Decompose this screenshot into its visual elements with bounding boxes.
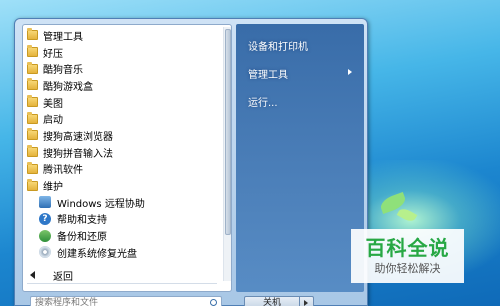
program-label: 帮助和支持 (57, 215, 107, 227)
help-icon: ? (39, 212, 51, 225)
menu-item-label: 设备和打印机 (248, 42, 308, 53)
program-folder-haozip[interactable]: 好压 (23, 44, 221, 61)
folder-icon (27, 61, 38, 74)
program-folder-maintenance[interactable]: 维护 (23, 177, 221, 194)
program-folder-sogou-browser[interactable]: 搜狗高速浏览器 (23, 127, 221, 144)
program-folder-tencent[interactable]: 腾讯软件 (23, 161, 221, 178)
program-folder-startup[interactable]: 启动 (23, 110, 221, 127)
watermark-title: 百科全说 (365, 236, 450, 260)
menu-item-devices-printers[interactable]: 设备和打印机 (248, 38, 308, 53)
program-label: 酷狗音乐 (43, 65, 83, 77)
folder-icon (27, 145, 38, 158)
watermark-logo: 百科全说 助你轻松解决 (351, 229, 464, 283)
back-label: 返回 (53, 271, 73, 283)
program-folder-admin-tools[interactable]: 管理工具 (23, 27, 221, 44)
folder-icon (27, 45, 38, 58)
program-label: 备份和还原 (57, 232, 107, 244)
program-label: 搜狗高速浏览器 (43, 131, 113, 143)
program-label: 创建系统修复光盘 (57, 248, 137, 260)
all-programs-panel: 管理工具 好压 酷狗音乐 酷狗游戏盒 美图 启动 搜狗高速浏览器 搜狗拼音输入法… (22, 24, 232, 292)
menu-item-admin-tools[interactable]: 管理工具 (248, 66, 288, 81)
folder-icon (27, 95, 38, 108)
scrollbar-thumb[interactable] (225, 29, 231, 235)
program-create-repair-disc[interactable]: 创建系统修复光盘 (23, 244, 221, 261)
program-label: 搜狗拼音输入法 (43, 148, 113, 160)
program-label: 酷狗游戏盒 (43, 81, 93, 93)
back-arrow-icon (30, 271, 35, 279)
search-icon[interactable] (210, 299, 217, 306)
folder-icon (27, 128, 38, 141)
program-label: 美图 (43, 98, 63, 110)
program-list-scrollbar[interactable] (223, 27, 231, 281)
menu-item-label: 管理工具 (248, 70, 288, 81)
disc-icon (39, 246, 51, 259)
remote-assistance-icon (39, 196, 51, 209)
program-label: 管理工具 (43, 31, 83, 43)
program-help-and-support[interactable]: ? 帮助和支持 (23, 211, 221, 228)
program-folder-sogou-pinyin[interactable]: 搜狗拼音输入法 (23, 144, 221, 161)
folder-icon (27, 78, 38, 91)
right-panel: 设备和打印机 管理工具 运行... (236, 24, 364, 292)
program-list: 管理工具 好压 酷狗音乐 酷狗游戏盒 美图 启动 搜狗高速浏览器 搜狗拼音输入法… (23, 27, 221, 261)
program-label: 好压 (43, 48, 63, 60)
program-label: 启动 (43, 115, 63, 127)
program-folder-meitu[interactable]: 美图 (23, 94, 221, 111)
program-label: Windows 远程协助 (57, 198, 145, 210)
program-label: 维护 (43, 182, 63, 194)
shutdown-button[interactable]: 关机 (244, 296, 300, 306)
shutdown-options-button[interactable] (300, 296, 314, 306)
program-folder-kugou-music[interactable]: 酷狗音乐 (23, 60, 221, 77)
folder-icon (27, 178, 38, 191)
backup-icon (39, 229, 51, 242)
menu-item-label: 运行... (248, 98, 278, 109)
program-folder-kugou-games[interactable]: 酷狗游戏盒 (23, 77, 221, 94)
watermark-subtitle: 助你轻松解决 (374, 262, 441, 275)
search-placeholder: 搜索程序和文件 (35, 298, 99, 306)
program-label: 腾讯软件 (43, 165, 83, 177)
menu-item-run[interactable]: 运行... (248, 94, 278, 109)
shutdown-label: 关机 (262, 298, 281, 306)
submenu-arrow-icon (348, 69, 352, 75)
folder-icon (27, 111, 38, 124)
program-backup-and-restore[interactable]: 备份和还原 (23, 227, 221, 244)
program-windows-remote-assistance[interactable]: Windows 远程协助 (23, 194, 221, 211)
search-input[interactable]: 搜索程序和文件 (30, 296, 222, 306)
folder-icon (27, 28, 38, 41)
folder-icon (27, 161, 38, 174)
divider (27, 283, 217, 284)
back-button[interactable]: 返回 (30, 267, 73, 283)
